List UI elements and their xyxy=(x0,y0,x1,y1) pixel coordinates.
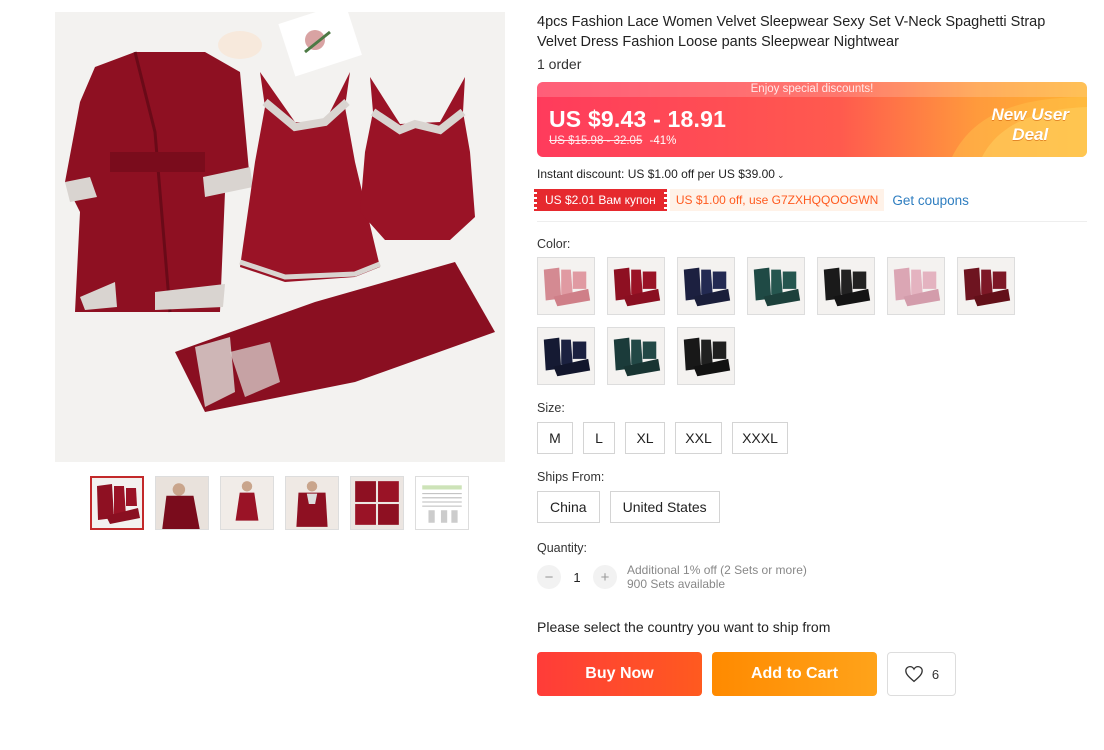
ship-country-message: Please select the country you want to sh… xyxy=(537,619,831,635)
size-options: M L XL XXL XXXL xyxy=(537,422,1087,454)
wishlist-count: 6 xyxy=(931,666,940,682)
size-option-xl[interactable]: XL xyxy=(625,422,665,454)
bulk-discount-note: Additional 1% off (2 Sets or more) xyxy=(627,563,807,577)
ships-from-options: China United States xyxy=(537,491,1087,523)
size-label: Size: xyxy=(537,401,565,415)
chevron-down-icon: ⌄ xyxy=(776,170,785,180)
thumbnail-5[interactable] xyxy=(350,476,404,530)
size-option-xxxl[interactable]: XXXL xyxy=(732,422,788,454)
minus-icon[interactable]: − xyxy=(537,565,561,589)
store-coupon[interactable]: US $2.01 Вам купон xyxy=(534,189,667,211)
thumbnail-4[interactable] xyxy=(285,476,339,530)
original-price: US $15.98 - 32.05 xyxy=(549,135,643,147)
buy-now-button[interactable]: Buy Now xyxy=(537,652,702,696)
action-buttons: Buy Now Add to Cart 6 xyxy=(537,652,1087,696)
price-banner: Enjoy special discounts! US $9.43 - 18.9… xyxy=(537,82,1087,157)
color-swatch-burgundy[interactable] xyxy=(957,257,1015,315)
color-swatch-navy[interactable] xyxy=(677,257,735,315)
color-swatch-black[interactable] xyxy=(817,257,875,315)
main-product-image[interactable] xyxy=(55,12,505,462)
thumbnail-strip xyxy=(90,476,469,530)
deal-line-2: Deal xyxy=(1012,125,1049,144)
ships-from-label: Ships From: xyxy=(537,470,605,484)
current-price: US $9.43 - 18.91 xyxy=(549,106,727,132)
original-price-row: US $15.98 - 32.05 -41% xyxy=(549,135,676,147)
wishlist-button[interactable]: 6 xyxy=(887,652,956,696)
divider xyxy=(537,221,1087,222)
color-swatch-dark-green[interactable] xyxy=(607,327,665,385)
thumbnail-3[interactable] xyxy=(220,476,274,530)
get-coupons-link[interactable]: Get coupons xyxy=(892,193,969,208)
color-swatches xyxy=(537,257,1037,385)
coupon-row: US $2.01 Вам купон US $1.00 off, use G7Z… xyxy=(534,189,1087,211)
pajama-set-image xyxy=(55,12,505,462)
thumb-pajama-set-icon xyxy=(92,478,142,528)
size-option-m[interactable]: M xyxy=(537,422,573,454)
discount-percent: -41% xyxy=(649,135,677,147)
quantity-label: Quantity: xyxy=(537,541,588,555)
thumbnail-6[interactable] xyxy=(415,476,469,530)
price-banner-caption: Enjoy special discounts! xyxy=(537,82,1087,97)
thumb-size-chart-icon xyxy=(416,477,468,529)
size-option-l[interactable]: L xyxy=(583,422,615,454)
ships-from-united-states[interactable]: United States xyxy=(609,491,720,523)
add-to-cart-button[interactable]: Add to Cart xyxy=(712,652,877,696)
size-option-xxl[interactable]: XXL xyxy=(675,422,722,454)
instant-discount[interactable]: Instant discount: US $1.00 off per US $3… xyxy=(537,167,1087,181)
stock-available: 900 Sets available xyxy=(627,577,726,591)
color-swatch-green[interactable] xyxy=(747,257,805,315)
deal-line-1: New User xyxy=(991,105,1069,124)
color-swatch-black-2[interactable] xyxy=(677,327,735,385)
thumbnail-1[interactable] xyxy=(90,476,144,530)
quantity-value[interactable]: 1 xyxy=(561,570,593,585)
quantity-stepper: − 1 + Additional 1% off (2 Sets or more)… xyxy=(537,563,1087,591)
color-swatch-dark-navy[interactable] xyxy=(537,327,595,385)
thumb-fabric-detail-icon xyxy=(351,477,403,529)
order-count: 1 order xyxy=(537,56,582,72)
instant-discount-text: Instant discount: US $1.00 off per US $3… xyxy=(537,167,775,181)
thumb-model-robe-icon xyxy=(156,477,208,529)
thumb-model-robe-lace-icon xyxy=(286,477,338,529)
plus-icon[interactable]: + xyxy=(593,565,617,589)
thumb-model-dress-icon xyxy=(221,477,273,529)
product-title: 4pcs Fashion Lace Women Velvet Sleepwear… xyxy=(537,14,1046,50)
new-user-deal-label: New User Deal xyxy=(992,105,1069,145)
heart-icon xyxy=(905,665,923,683)
quantity-notes: Additional 1% off (2 Sets or more) 900 S… xyxy=(627,563,807,591)
ships-from-china[interactable]: China xyxy=(537,491,600,523)
thumbnail-2[interactable] xyxy=(155,476,209,530)
color-label: Color: xyxy=(537,237,571,251)
color-swatch-light-pink[interactable] xyxy=(887,257,945,315)
color-swatch-wine-red[interactable] xyxy=(607,257,665,315)
code-coupon[interactable]: US $1.00 off, use G7ZXHQQOOGWN xyxy=(669,189,885,211)
color-swatch-pink-set[interactable] xyxy=(537,257,595,315)
product-info-panel: 4pcs Fashion Lace Women Velvet Sleepwear… xyxy=(534,12,1087,696)
